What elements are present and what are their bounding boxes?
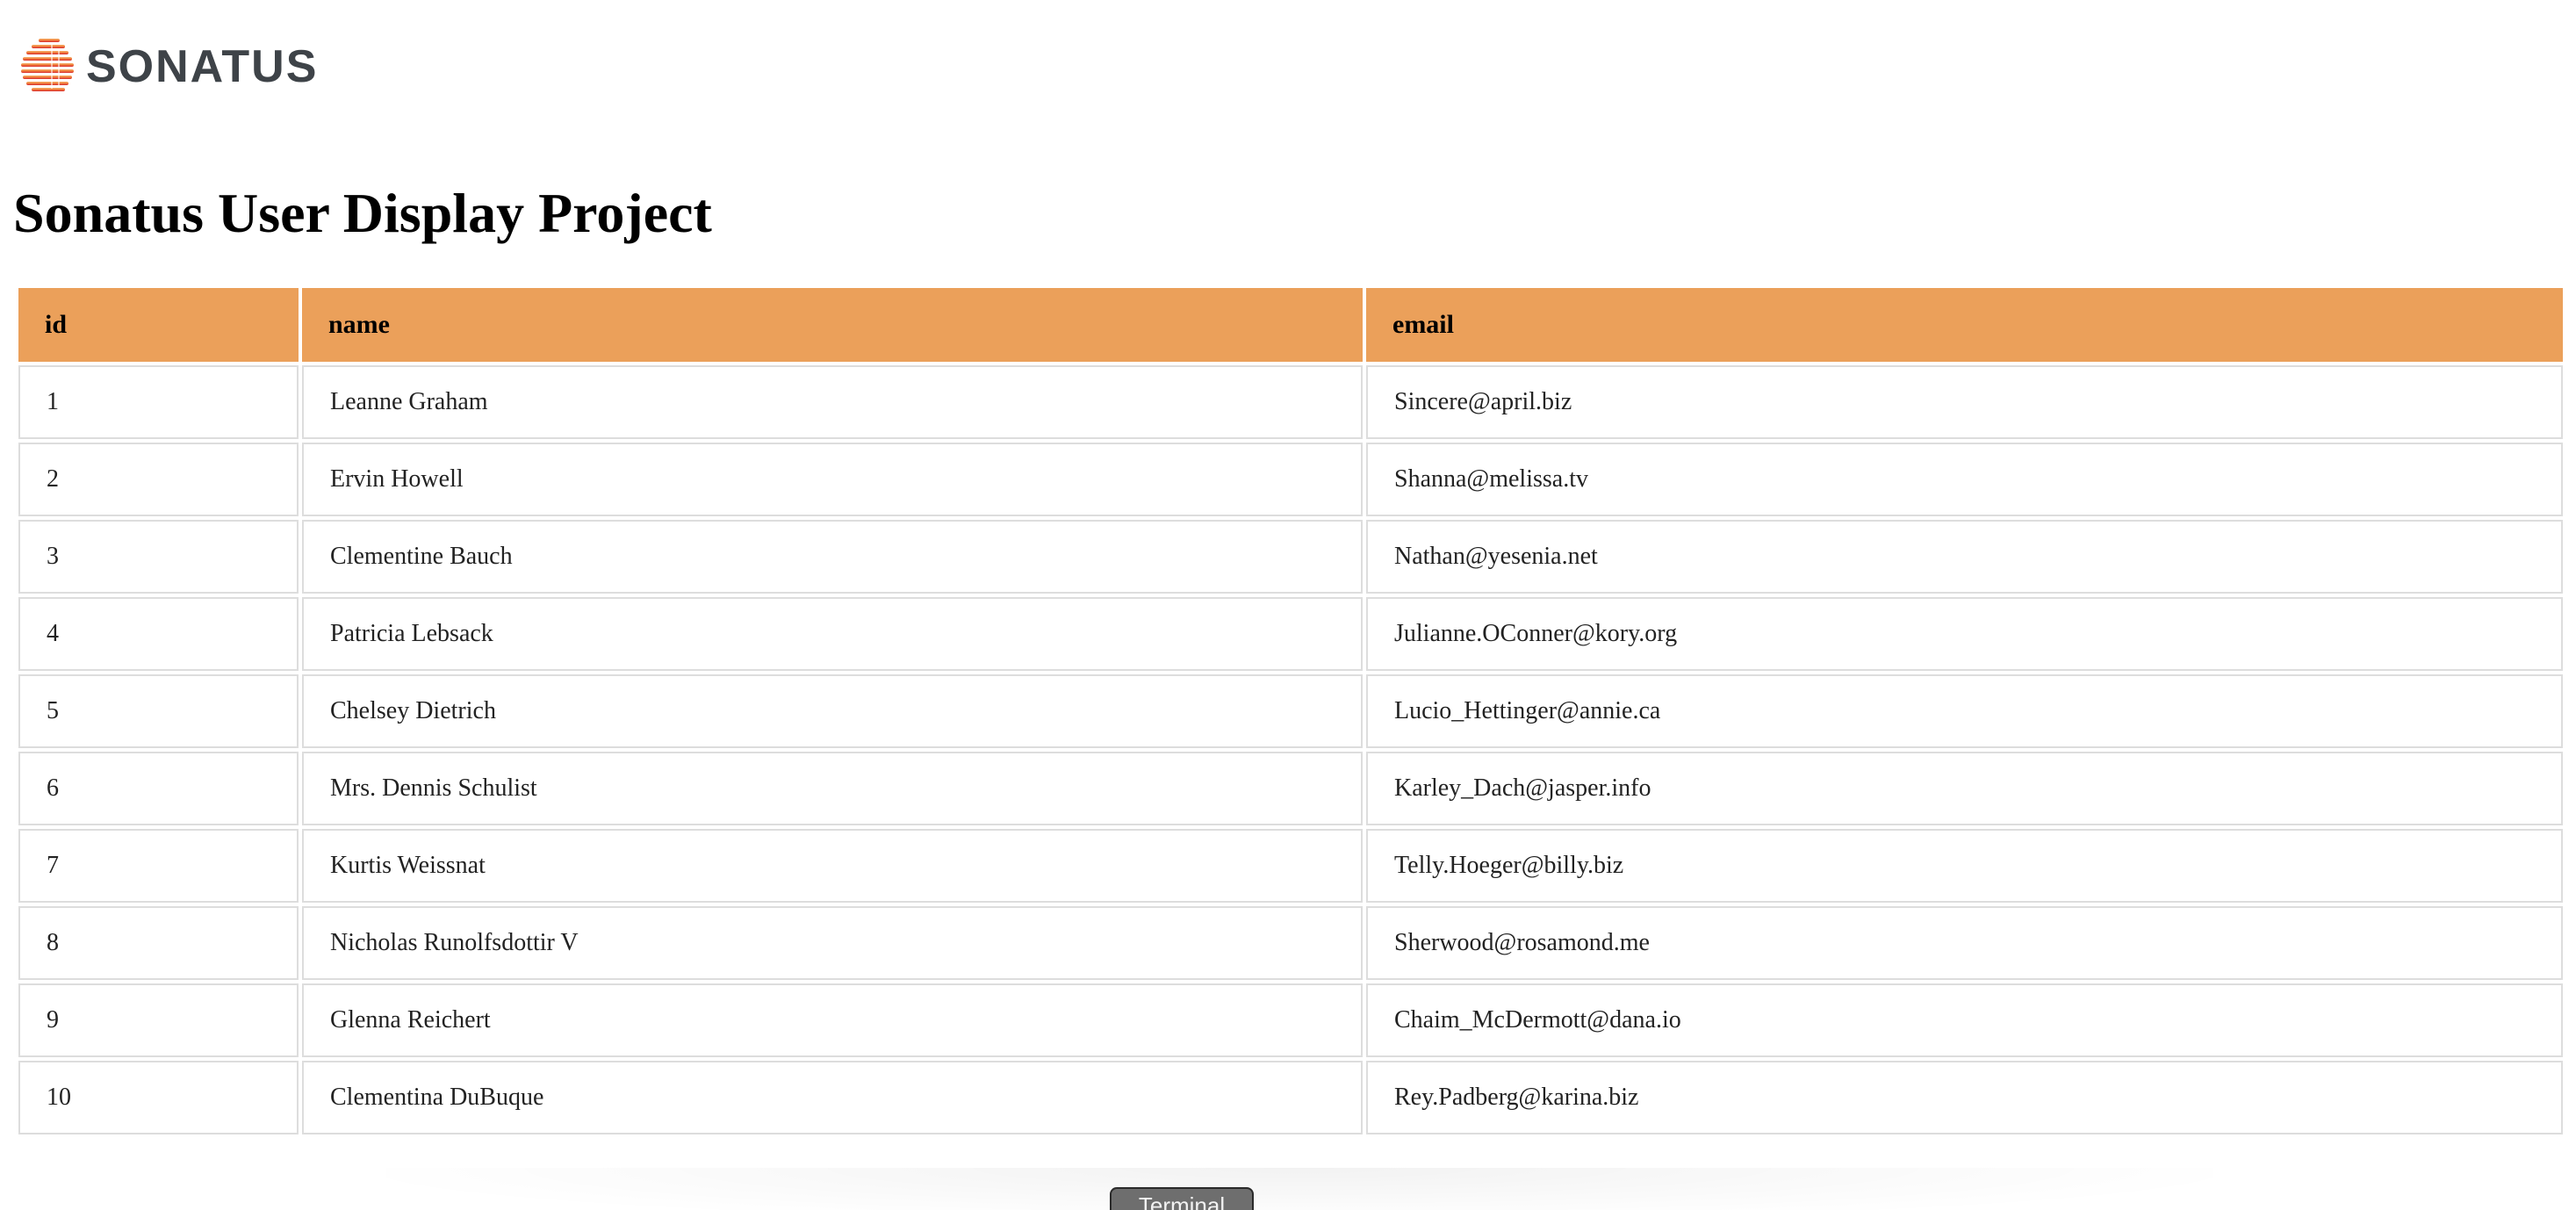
cell-email: Lucio_Hettinger@annie.ca xyxy=(1366,674,2563,748)
page-title: Sonatus User Display Project xyxy=(13,182,712,244)
terminal-panel-shadow xyxy=(386,1168,2213,1210)
page: SONATUS Sonatus User Display Project id … xyxy=(0,0,2576,1210)
cell-email: Telly.Hoeger@billy.biz xyxy=(1366,829,2563,903)
table-header-row: id name email xyxy=(18,288,2563,362)
cell-name: Leanne Graham xyxy=(302,365,1363,439)
cell-name: Kurtis Weissnat xyxy=(302,829,1363,903)
sonatus-logo-mark-icon xyxy=(21,39,74,91)
table-row: 10 Clementina DuBuque Rey.Padberg@karina… xyxy=(18,1061,2563,1134)
cell-name: Clementine Bauch xyxy=(302,520,1363,594)
cell-id: 4 xyxy=(18,597,299,671)
cell-email: Shanna@melissa.tv xyxy=(1366,443,2563,516)
table-row: 6 Mrs. Dennis Schulist Karley_Dach@jaspe… xyxy=(18,752,2563,825)
cell-id: 2 xyxy=(18,443,299,516)
sonatus-wordmark: SONATUS xyxy=(86,41,319,92)
cell-id: 1 xyxy=(18,365,299,439)
cell-name: Clementina DuBuque xyxy=(302,1061,1363,1134)
cell-name: Chelsey Dietrich xyxy=(302,674,1363,748)
cell-name: Nicholas Runolfsdottir V xyxy=(302,906,1363,980)
table-row: 4 Patricia Lebsack Julianne.OConner@kory… xyxy=(18,597,2563,671)
cell-email: Karley_Dach@jasper.info xyxy=(1366,752,2563,825)
cell-id: 3 xyxy=(18,520,299,594)
cell-name: Patricia Lebsack xyxy=(302,597,1363,671)
cell-id: 10 xyxy=(18,1061,299,1134)
cell-email: Nathan@yesenia.net xyxy=(1366,520,2563,594)
table-row: 8 Nicholas Runolfsdottir V Sherwood@rosa… xyxy=(18,906,2563,980)
cell-id: 8 xyxy=(18,906,299,980)
cell-id: 5 xyxy=(18,674,299,748)
table-row: 3 Clementine Bauch Nathan@yesenia.net xyxy=(18,520,2563,594)
cell-email: Sincere@april.biz xyxy=(1366,365,2563,439)
cell-email: Sherwood@rosamond.me xyxy=(1366,906,2563,980)
terminal-toggle-button[interactable]: Terminal xyxy=(1110,1187,1254,1210)
table-row: 5 Chelsey Dietrich Lucio_Hettinger@annie… xyxy=(18,674,2563,748)
cell-id: 7 xyxy=(18,829,299,903)
cell-email: Julianne.OConner@kory.org xyxy=(1366,597,2563,671)
cell-name: Mrs. Dennis Schulist xyxy=(302,752,1363,825)
column-header-name: name xyxy=(302,288,1363,362)
sonatus-logo: SONATUS xyxy=(21,35,318,98)
cell-id: 9 xyxy=(18,983,299,1057)
users-table: id name email 1 Leanne Graham Sincere@ap… xyxy=(15,284,2566,1138)
cell-name: Glenna Reichert xyxy=(302,983,1363,1057)
cell-email: Rey.Padberg@karina.biz xyxy=(1366,1061,2563,1134)
column-header-email: email xyxy=(1366,288,2563,362)
table-row: 9 Glenna Reichert Chaim_McDermott@dana.i… xyxy=(18,983,2563,1057)
cell-name: Ervin Howell xyxy=(302,443,1363,516)
cell-email: Chaim_McDermott@dana.io xyxy=(1366,983,2563,1057)
table-row: 1 Leanne Graham Sincere@april.biz xyxy=(18,365,2563,439)
table-row: 7 Kurtis Weissnat Telly.Hoeger@billy.biz xyxy=(18,829,2563,903)
cell-id: 6 xyxy=(18,752,299,825)
column-header-id: id xyxy=(18,288,299,362)
table-row: 2 Ervin Howell Shanna@melissa.tv xyxy=(18,443,2563,516)
